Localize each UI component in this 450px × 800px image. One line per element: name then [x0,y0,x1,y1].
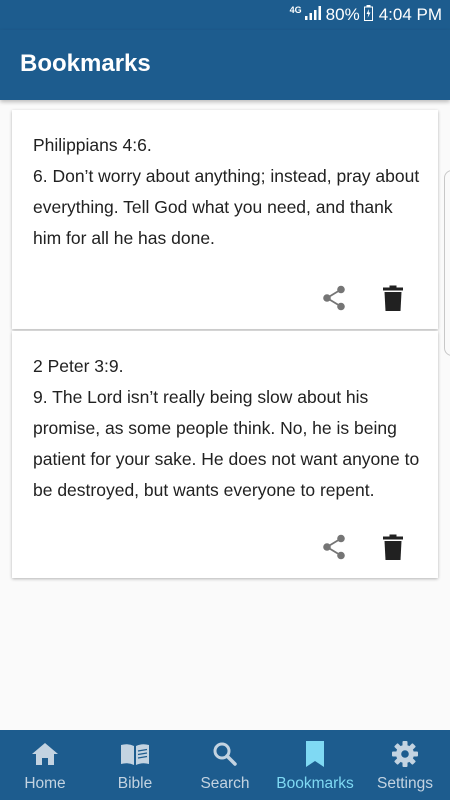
bookmark-verse: 6. Don’t worry about anything; instead, … [33,166,420,248]
bookmark-card: 2 Peter 3:9. 9. The Lord isn’t really be… [12,331,438,578]
nav-item-bible[interactable]: Bible [90,730,180,800]
bookmark-reference: 2 Peter 3:9. [33,356,124,376]
bookmark-actions [319,532,408,562]
bookmark-reference: Philippians 4:6. [33,135,152,155]
edge-panel-handle[interactable] [444,170,450,356]
gear-icon [392,740,418,768]
bookmark-verse: 9. The Lord isn’t really being slow abou… [33,387,420,500]
home-icon [32,740,58,768]
signal-icon [304,5,321,25]
book-icon [120,740,150,768]
status-bar: 4G 80% 4:04 PM [0,0,450,30]
trash-icon [383,285,403,311]
nav-label-home: Home [24,775,66,792]
delete-button[interactable] [378,283,408,313]
nav-label-bookmarks: Bookmarks [276,775,354,792]
nav-label-settings: Settings [376,775,433,792]
network-type: 4G [289,5,302,15]
search-icon [213,740,237,768]
bookmark-icon [306,740,324,768]
share-button[interactable] [319,283,349,313]
nav-label-search: Search [200,775,250,792]
trash-icon [383,534,403,560]
clock: 4:04 PM [378,5,442,24]
nav-item-settings[interactable]: Settings [360,730,450,800]
nav-item-search[interactable]: Search [180,730,270,800]
nav-item-bookmarks[interactable]: Bookmarks [270,730,360,800]
share-icon [323,534,345,560]
nav-label-bible: Bible [117,775,153,792]
bookmark-text: Philippians 4:6. 6. Don’t worry about an… [33,130,423,254]
battery-percent: 80% [325,5,360,24]
page-title: Bookmarks [20,50,151,77]
bookmark-text: 2 Peter 3:9. 9. The Lord isn’t really be… [33,351,423,506]
bookmark-card: Philippians 4:6. 6. Don’t worry about an… [12,110,438,329]
share-button[interactable] [319,532,349,562]
nav-item-home[interactable]: Home [0,730,90,800]
bookmark-actions [319,283,408,313]
share-icon [323,285,345,311]
delete-button[interactable] [378,532,408,562]
battery-charging-icon [363,4,373,26]
app-bar: Bookmarks [0,30,450,100]
bottom-navigation: Home Bible Search Bookmarks Settings [0,730,450,800]
